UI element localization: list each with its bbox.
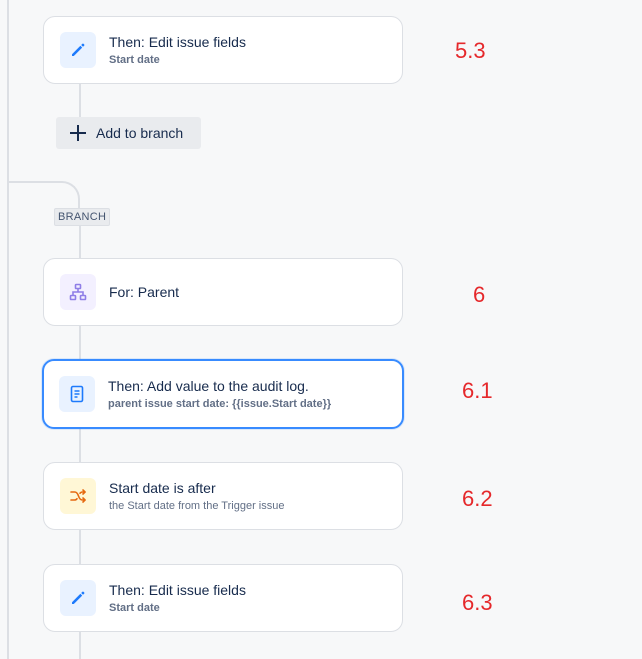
add-to-branch-button[interactable]: Add to branch: [56, 117, 201, 149]
connector-line: [79, 429, 81, 462]
connector-line: [79, 326, 81, 359]
card-title: Start date is after: [109, 480, 216, 496]
step-number: 6.1: [462, 378, 493, 403]
step-number: 6.2: [462, 486, 493, 511]
automation-rule-canvas: Then: Edit issue fields Start date 5.3 A…: [0, 0, 642, 659]
rule-step-card-for-parent[interactable]: For: Parent: [43, 258, 403, 326]
rule-step-card-condition[interactable]: Start date is after the Start date from …: [43, 462, 403, 530]
step-number: 6.3: [462, 590, 493, 615]
card-title: For: Parent: [109, 284, 180, 300]
branch-tag: BRANCH: [54, 208, 111, 226]
card-title: Then: Edit issue fields: [109, 34, 246, 50]
card-title: Then: Add value to the audit log.: [108, 378, 309, 394]
outer-rail-line: [7, 0, 9, 659]
connector-line: [79, 632, 81, 659]
card-title: Then: Edit issue fields: [109, 582, 246, 598]
connector-line: [79, 530, 81, 564]
step-number: 5.3: [455, 38, 486, 63]
connector-line: [79, 84, 81, 118]
card-subtitle: parent issue start date: {{issue.Start d…: [108, 398, 332, 410]
card-subtitle: the Start date from the Trigger issue: [109, 500, 285, 512]
plus-icon: [70, 125, 86, 141]
card-subtitle: Start date: [109, 54, 160, 66]
hierarchy-icon: [60, 274, 96, 310]
add-to-branch-label: Add to branch: [96, 125, 184, 141]
card-subtitle: Start date: [109, 602, 160, 614]
document-icon: [59, 376, 95, 412]
rule-step-card-audit-log[interactable]: Then: Add value to the audit log. parent…: [42, 359, 404, 429]
shuffle-icon: [60, 478, 96, 514]
step-number: 6: [473, 282, 486, 307]
rule-step-card-edit-fields[interactable]: Then: Edit issue fields Start date: [43, 16, 403, 84]
rule-step-card-edit-fields[interactable]: Then: Edit issue fields Start date: [43, 564, 403, 632]
pencil-icon: [60, 580, 96, 616]
pencil-icon: [60, 32, 96, 68]
